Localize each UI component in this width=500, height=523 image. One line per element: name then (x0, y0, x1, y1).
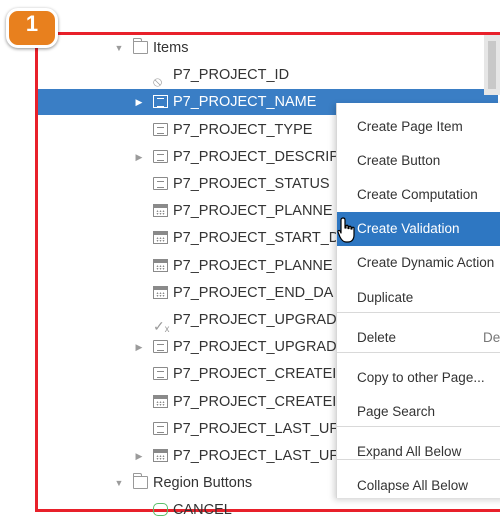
menu-item-copy-to-other-page[interactable]: Copy to other Page... (337, 361, 500, 395)
context-menu: Create Page Item Create Button Create Comp… (336, 103, 500, 498)
step-callout-badge: 1 (6, 8, 58, 48)
menu-item-label: Delete (357, 330, 397, 345)
expand-right-icon[interactable] (133, 225, 145, 251)
expand-right-icon[interactable] (133, 253, 145, 279)
menu-item-create-button[interactable]: Create Button (337, 144, 500, 178)
tree-node-label: P7_PROJECT_START_D (173, 230, 340, 247)
menu-item-create-computation[interactable]: Create Computation (337, 178, 500, 212)
tree-node-label: P7_PROJECT_UPGRAD (173, 312, 337, 328)
tree-node-label: P7_PROJECT_CREATEI (173, 393, 337, 410)
menu-item-expand-all-below[interactable]: Expand All Below (337, 435, 500, 469)
menu-item-collapse-all-below[interactable]: Collapse All Below (337, 469, 500, 503)
tree-node-label: Items (153, 40, 189, 56)
cropped-heading-fragment (0, 0, 500, 34)
expand-right-icon[interactable] (133, 171, 145, 197)
tree-node-label: CANCEL (173, 502, 232, 519)
menu-separator (337, 352, 500, 353)
button-icon (153, 503, 168, 517)
expand-right-icon[interactable] (133, 416, 145, 442)
menu-item-create-dynamic-action[interactable]: Create Dynamic Action (337, 246, 500, 280)
expand-down-icon[interactable]: ▼ (113, 470, 125, 496)
text-field-icon (153, 177, 168, 190)
menu-item-label: Create Dynamic Action (357, 255, 495, 270)
folder-icon (133, 38, 148, 54)
date-picker-icon (153, 449, 168, 462)
text-field-icon (153, 122, 168, 136)
menu-item-label: Create Validation (357, 221, 460, 236)
checkbox-item-icon: ✓ₓ (153, 318, 170, 334)
menu-item-label: Create Button (357, 153, 441, 168)
expand-right-icon[interactable] (133, 62, 145, 88)
menu-item-create-validation[interactable]: Create Validation (337, 212, 500, 246)
tree-node-label: P7_PROJECT_NAME (173, 94, 317, 111)
text-field-icon (153, 421, 168, 435)
expand-right-icon[interactable] (133, 198, 145, 224)
select-list-icon (153, 95, 168, 109)
expand-right-icon[interactable] (133, 497, 145, 523)
menu-separator (337, 312, 500, 313)
menu-item-label: Create Computation (357, 187, 478, 202)
tree-node-label: P7_PROJECT_CREATEI (173, 366, 337, 383)
expand-right-icon[interactable]: ▶ (133, 89, 145, 115)
expand-right-icon[interactable] (133, 307, 145, 333)
tree-node-label: Region Buttons (153, 475, 253, 492)
text-field-icon (153, 367, 168, 381)
tree-node-label: P7_PROJECT_PLANNE (173, 257, 333, 274)
date-picker-icon (153, 231, 168, 245)
text-field-icon (153, 149, 168, 163)
expand-down-icon[interactable]: ▼ (113, 35, 125, 61)
hand-pointer-icon (337, 217, 355, 243)
tree-node-label: P7_PROJECT_PLANNE (173, 203, 333, 220)
menu-item-page-search[interactable]: Page Search (337, 395, 500, 429)
date-picker-icon (153, 394, 168, 408)
tree-node-label: P7_PROJECT_LAST_UF (173, 420, 339, 437)
folder-icon (133, 473, 148, 490)
tree-node[interactable]: ⦸ P7_PROJECT_ID (38, 62, 498, 90)
menu-item-label: Page Search (357, 404, 436, 419)
tree-node-label: P7_PROJECT_END_DA (173, 284, 334, 301)
scrollbar[interactable] (484, 35, 500, 95)
expand-right-icon[interactable] (133, 280, 145, 306)
menu-separator (337, 426, 500, 427)
tree-node-label: P7_PROJECT_LAST_UF (173, 448, 339, 464)
tree-node-label: P7_PROJECT_UPGRAD (173, 339, 337, 356)
menu-item-label: Copy to other Page... (357, 370, 485, 385)
date-picker-icon (153, 204, 168, 218)
expand-right-icon[interactable]: ▶ (133, 334, 145, 360)
menu-item-label: Collapse All Below (357, 478, 469, 493)
menu-item-create-page-item[interactable]: Create Page Item (337, 110, 500, 144)
expand-right-icon[interactable]: ▶ (133, 443, 145, 469)
hidden-item-icon: ⦸ (153, 73, 163, 90)
date-picker-icon (153, 258, 168, 272)
menu-item-label: Expand All Below (357, 444, 462, 459)
menu-item-duplicate[interactable]: Duplicate (337, 281, 500, 315)
tree-node-label: P7_PROJECT_TYPE (173, 121, 313, 138)
menu-separator (337, 459, 500, 460)
expand-right-icon[interactable] (133, 361, 145, 387)
tree-node-label: P7_PROJECT_ID (173, 67, 290, 84)
date-picker-icon (153, 285, 168, 299)
menu-item-label: Create Page Item (357, 119, 463, 134)
menu-item-delete[interactable]: Delete Del (337, 321, 500, 355)
tree-node[interactable]: ▼ Items (38, 35, 498, 61)
text-field-icon (153, 340, 168, 354)
expand-right-icon[interactable]: ▶ (133, 144, 145, 170)
menu-item-shortcut: Del (483, 330, 500, 345)
expand-right-icon[interactable] (133, 389, 145, 415)
menu-item-label: Duplicate (357, 290, 414, 305)
tree-node-label: P7_PROJECT_STATUS (173, 176, 330, 192)
tree-node-label: P7_PROJECT_DESCRIP (173, 148, 339, 165)
expand-right-icon[interactable] (133, 117, 145, 143)
